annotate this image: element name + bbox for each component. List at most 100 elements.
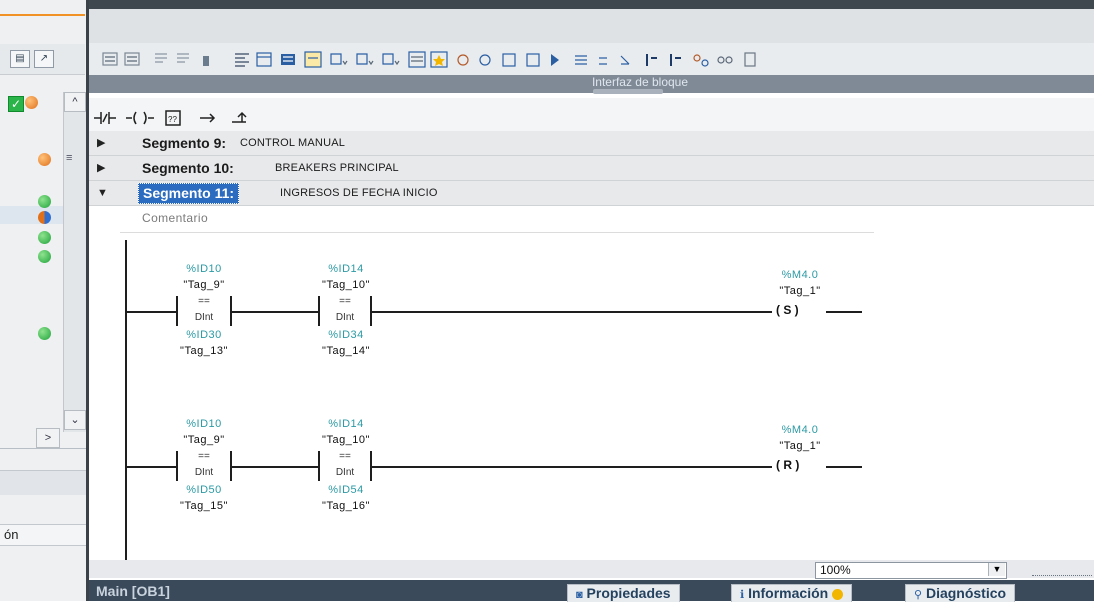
tab-information-label: Información	[748, 585, 829, 601]
info-badge-icon	[832, 588, 844, 600]
scroll-down-button[interactable]: ⌄	[64, 410, 86, 430]
check-ok-icon: ✓	[8, 96, 24, 112]
unforce-icon	[670, 54, 681, 66]
database-icon	[744, 52, 756, 67]
reset-coil[interactable]: ( R )	[776, 458, 799, 472]
rung-1-wire	[126, 311, 176, 313]
tab-diagnostics-label: Diagnóstico	[925, 585, 1007, 601]
contact-bar-left	[176, 451, 178, 481]
rung-1-wire	[826, 311, 862, 313]
compare-datatype: DInt	[335, 312, 355, 323]
panel-accent-line	[0, 14, 85, 16]
contact-address: %ID10	[186, 418, 222, 430]
monitor-icon	[457, 54, 469, 66]
contact-bar-right	[370, 451, 372, 481]
coil-tag: "Tag_1"	[779, 440, 821, 452]
scroll-grip-icon: ≡	[66, 152, 73, 164]
scroll-right-button[interactable]: >	[36, 428, 60, 448]
empty-box-icon: ??	[165, 110, 181, 126]
delete-network-icon	[124, 52, 140, 66]
segment-10-header[interactable]	[89, 156, 1094, 181]
compare-operator: ==	[198, 296, 210, 307]
editor-title-strip	[89, 9, 1094, 43]
svg-text:??: ??	[168, 115, 177, 124]
coil-address: %M4.0	[781, 269, 819, 281]
align-icon	[235, 53, 249, 67]
coil-tag: "Tag_1"	[779, 285, 821, 297]
rung-1-wire	[232, 311, 318, 313]
inconsistent-status-icon	[38, 211, 51, 224]
network-icon	[693, 54, 709, 67]
tab-properties-label: Propiedades	[586, 585, 671, 601]
tab-information[interactable]: ℹ Información	[731, 584, 853, 602]
contact-bar-left	[318, 296, 320, 326]
expand-arrow-icon[interactable]: ▶	[97, 131, 109, 155]
compare-datatype: DInt	[194, 312, 214, 323]
block-interface-handle[interactable]	[593, 89, 663, 94]
rung-2-wire	[826, 466, 862, 468]
dropdown-arrow-icon[interactable]: ▼	[988, 563, 1005, 576]
contact-tag: "Tag_10"	[322, 279, 370, 291]
set-coil[interactable]: ( S )	[776, 303, 799, 317]
watch-icon	[575, 55, 587, 65]
favorites-icon	[430, 51, 448, 68]
coil-address: %M4.0	[781, 424, 819, 436]
panel-header	[0, 470, 88, 495]
scroll-up-button[interactable]: ^	[64, 92, 86, 112]
contact-tag: "Tag_14"	[322, 345, 370, 357]
force-icon	[646, 54, 657, 66]
rung-2-wire	[232, 466, 318, 468]
info-icon: ℹ	[740, 589, 745, 601]
contact-tag: "Tag_9"	[183, 279, 225, 291]
contact-address: %ID14	[328, 263, 364, 275]
contact-address: %ID10	[186, 263, 222, 275]
tab-properties[interactable]: ◙ Propiedades	[567, 584, 680, 602]
warning-status-icon	[25, 96, 38, 109]
segment-11-title: INGRESOS DE FECHA INICIO	[280, 187, 438, 199]
diagnostics-icon: ⚲	[914, 589, 923, 601]
tree-scrollbar[interactable]	[63, 92, 86, 432]
online-icon	[479, 54, 491, 66]
close-branch-icon	[232, 111, 247, 123]
contact-tag: "Tag_16"	[322, 500, 370, 512]
segment-11-label-box[interactable]: Segmento 11:	[138, 183, 240, 204]
compare-operator: ==	[339, 451, 351, 462]
block-interface-label: Interfaz de bloque	[591, 75, 689, 89]
move-down-icon	[382, 53, 400, 66]
coil-icon	[126, 111, 154, 125]
contact-address: %ID30	[186, 329, 222, 341]
segment-9-label: Segmento 9:	[142, 135, 227, 151]
segment-10-title: BREAKERS PRINCIPAL	[275, 162, 399, 174]
comments-icon	[304, 51, 322, 68]
ok-status-icon	[38, 195, 51, 208]
ok-status-icon	[38, 231, 51, 244]
view-export-button[interactable]: ↗	[34, 50, 54, 68]
compare-datatype: DInt	[194, 467, 214, 478]
step-icon	[599, 57, 607, 65]
segment-comment-field[interactable]	[120, 206, 874, 233]
step-over-icon	[620, 55, 630, 65]
open-branch-icon	[203, 56, 209, 66]
segment-11-header[interactable]	[89, 181, 1094, 206]
view-list-button[interactable]: ▤	[10, 50, 30, 68]
rung-2-wire	[372, 466, 772, 468]
block-title: Main [OB1]	[96, 583, 170, 599]
compare-datatype: DInt	[335, 467, 355, 478]
tab-diagnostics[interactable]: ⚲ Diagnóstico	[905, 584, 1016, 602]
ok-status-icon	[38, 250, 51, 263]
rung-2-wire	[126, 466, 176, 468]
contact-bar-right	[370, 296, 372, 326]
collapse-arrow-icon[interactable]: ▼	[97, 181, 109, 205]
contact-tag: "Tag_13"	[180, 345, 228, 357]
zoom-slider[interactable]	[1032, 563, 1092, 576]
contact-address: %ID54	[328, 484, 364, 496]
expand-arrow-icon[interactable]: ▶	[97, 156, 109, 180]
show-tags-icon	[330, 53, 348, 66]
contact-address: %ID50	[186, 484, 222, 496]
insert-network-icon	[102, 52, 118, 66]
glasses-icon	[717, 56, 733, 64]
open-branch-icon	[200, 113, 216, 123]
rung-1-wire	[372, 311, 772, 313]
comment-placeholder: Comentario	[142, 211, 209, 225]
segment-9-title: CONTROL MANUAL	[240, 137, 346, 149]
